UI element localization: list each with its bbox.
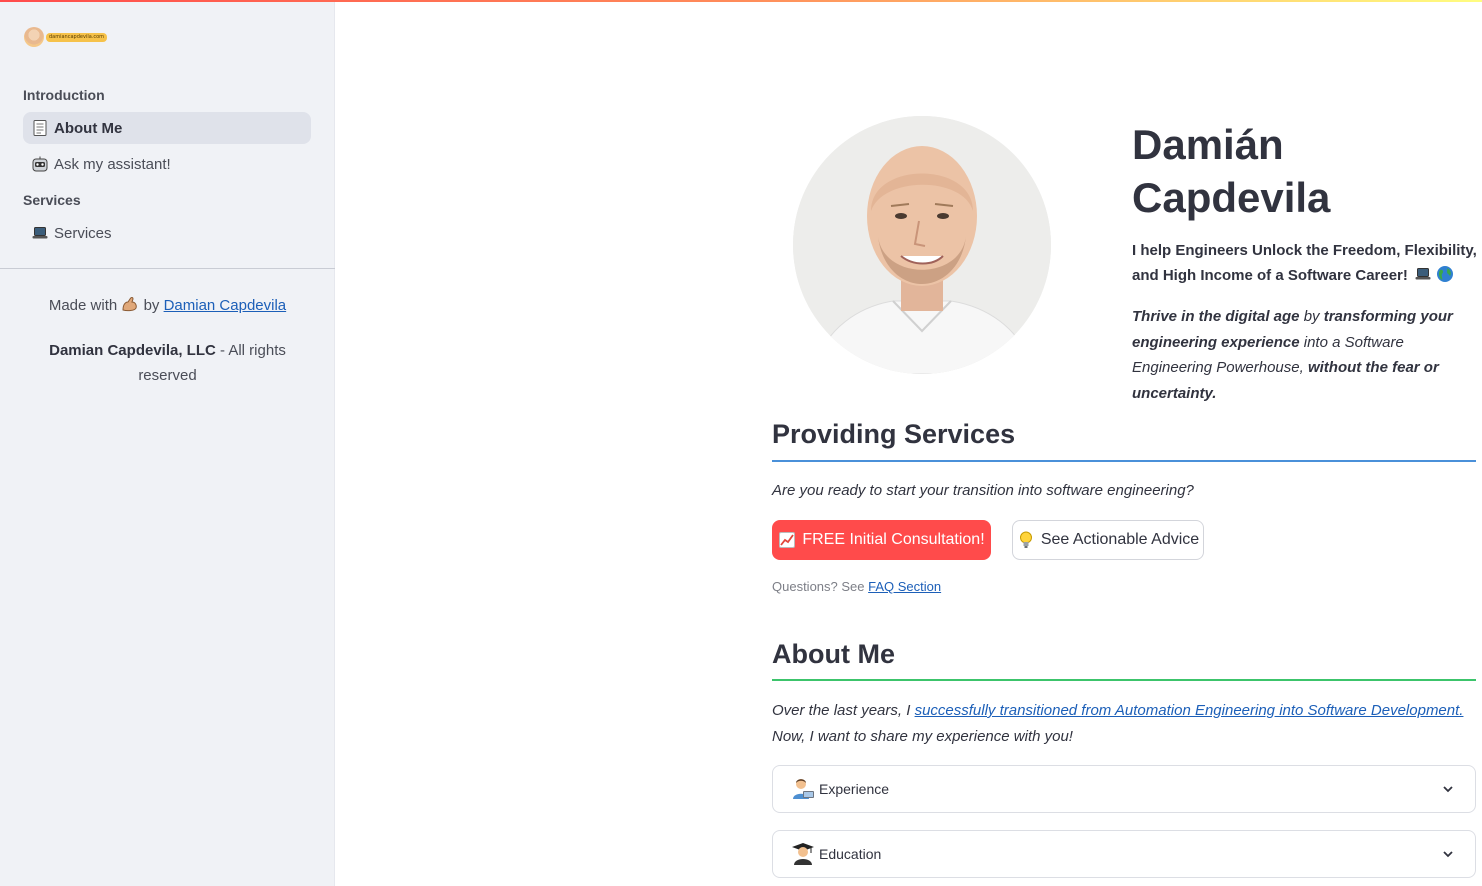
free-consultation-button[interactable]: FREE Initial Consultation!: [772, 520, 991, 560]
nav-heading-introduction: Introduction: [23, 87, 105, 103]
profile-photo: [793, 116, 1051, 374]
logo-avatar-icon: [24, 27, 44, 47]
sidebar-item-services[interactable]: Services: [23, 217, 311, 249]
graduate-icon: [791, 842, 815, 866]
education-label: Education: [819, 846, 882, 862]
experience-label: Experience: [819, 781, 890, 797]
sidebar-item-about-me[interactable]: About Me: [23, 112, 311, 144]
sidebar-item-ask-assistant[interactable]: Ask my assistant!: [23, 148, 311, 180]
services-divider: [772, 460, 1476, 462]
about-suffix: Now, I want to share my experience with …: [772, 728, 1073, 745]
technologist-icon: [791, 777, 815, 801]
logo-text: damiancapdevila.com: [46, 32, 108, 42]
hero-name-last: Capdevila: [1132, 174, 1331, 221]
desc-part2: by: [1299, 308, 1324, 325]
about-intro: Over the last years, I successfully tran…: [772, 698, 1472, 750]
laptop-icon: [32, 225, 48, 241]
flexed-biceps-icon: [121, 296, 139, 312]
services-subtitle: Are you ready to start your transition i…: [772, 482, 1194, 499]
hero-description: Thrive in the digital age by transformin…: [1132, 304, 1477, 406]
education-expander[interactable]: Education: [772, 830, 1476, 878]
sidebar-item-label: About Me: [54, 119, 123, 137]
light-bulb-icon: [1017, 531, 1035, 549]
about-transition-link[interactable]: successfully transitioned from Automatio…: [915, 702, 1464, 719]
chevron-down-icon: [1443, 851, 1453, 858]
experience-expander[interactable]: Experience: [772, 765, 1476, 813]
about-prefix: Over the last years, I: [772, 702, 915, 719]
by-text: by: [143, 297, 160, 314]
company-name: Damian Capdevila, LLC: [49, 342, 216, 359]
services-section-title: Providing Services: [772, 419, 1016, 449]
free-consultation-label: FREE Initial Consultation!: [802, 531, 985, 548]
made-with-text: Made with: [48, 297, 118, 314]
footer-copyright: Damian Capdevila, LLC - All rights reser…: [40, 338, 295, 388]
faq-link[interactable]: FAQ Section: [868, 579, 941, 594]
chart-increasing-icon: [778, 531, 796, 549]
chevron-down-icon: [1443, 786, 1453, 793]
app-top-decoration: [0, 0, 1482, 2]
site-logo[interactable]: damiancapdevila.com: [24, 26, 108, 48]
author-link[interactable]: Damian Capdevila: [164, 297, 287, 314]
sidebar: damiancapdevila.com Introduction About M…: [0, 0, 335, 886]
laptop-icon: [1414, 264, 1432, 280]
hero-name-first: Damián: [1132, 121, 1284, 168]
page-icon: [32, 120, 48, 136]
about-section-title: About Me: [772, 639, 895, 669]
sidebar-divider: [0, 268, 335, 269]
faq-note: Questions? See FAQ Section: [772, 579, 941, 594]
faq-prefix: Questions? See: [772, 579, 869, 594]
globe-icon: [1436, 265, 1454, 283]
actionable-advice-label: See Actionable Advice: [1040, 531, 1200, 548]
robot-icon: [32, 156, 48, 172]
desc-part1: Thrive in the digital age: [1132, 308, 1300, 325]
sidebar-item-label: Services: [54, 224, 112, 242]
actionable-advice-button[interactable]: See Actionable Advice: [1012, 520, 1204, 560]
hero-name: Damián Capdevila: [1132, 118, 1472, 224]
footer-made-with: Made with by Damian Capdevila: [0, 296, 335, 314]
about-divider: [772, 679, 1476, 681]
sidebar-item-label: Ask my assistant!: [54, 155, 171, 173]
nav-heading-services: Services: [23, 192, 81, 208]
hero-tagline: I help Engineers Unlock the Freedom, Fle…: [1132, 238, 1477, 288]
